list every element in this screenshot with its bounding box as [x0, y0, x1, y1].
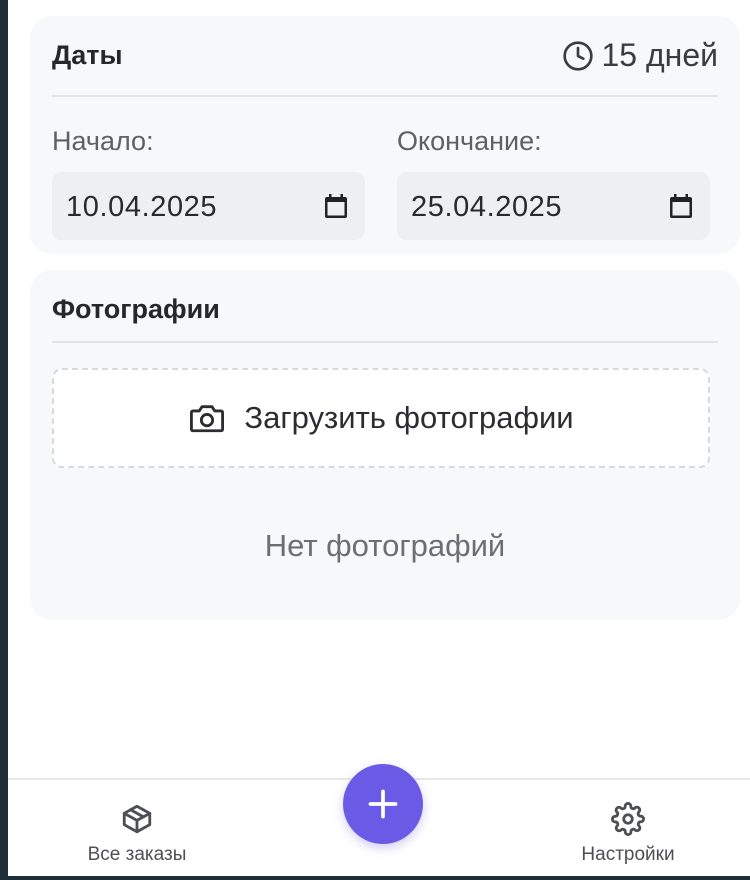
dates-card-header: Даты 15 дней	[52, 16, 718, 97]
start-date-field: Начало: 10.04.2025	[52, 126, 365, 240]
app-screen: Даты 15 дней Начало: 10.04.2025 Окончани…	[8, 0, 750, 876]
duration-text: 15 дней	[601, 37, 719, 73]
photos-title: Фотографии	[52, 294, 220, 324]
nav-settings-label: Настройки	[581, 844, 675, 865]
gear-icon	[611, 802, 645, 836]
upload-photos-button[interactable]: Загрузить фотографии	[52, 368, 710, 468]
nav-all-orders[interactable]: Все заказы	[82, 802, 192, 866]
dates-title: Даты	[52, 40, 123, 70]
clock-icon	[562, 40, 593, 71]
nav-settings[interactable]: Настройки	[571, 802, 685, 866]
end-date-input[interactable]: 25.04.2025	[397, 172, 710, 240]
nav-all-orders-label: Все заказы	[87, 844, 187, 865]
upload-photos-label: Загрузить фотографии	[244, 400, 574, 435]
start-date-input[interactable]: 10.04.2025	[52, 172, 365, 240]
calendar-icon[interactable]	[669, 193, 693, 219]
start-date-value: 10.04.2025	[66, 191, 218, 223]
start-date-label: Начало:	[52, 126, 154, 156]
no-photos-text: Нет фотографий	[264, 528, 506, 563]
camera-icon	[190, 405, 225, 433]
end-date-field: Окончание: 25.04.2025	[397, 126, 710, 240]
end-date-label: Окончание:	[397, 126, 542, 156]
box-icon	[122, 804, 152, 834]
photos-card: Фотографии Загрузить фотографии Нет фото…	[30, 270, 740, 620]
end-date-value: 25.04.2025	[411, 191, 563, 223]
photos-card-header: Фотографии	[52, 270, 718, 343]
duration-badge: 15 дней	[562, 37, 719, 74]
add-order-button[interactable]	[343, 764, 423, 844]
dates-card: Даты 15 дней Начало: 10.04.2025 Окончани…	[30, 16, 740, 254]
calendar-icon[interactable]	[324, 193, 348, 219]
plus-icon	[368, 789, 398, 819]
